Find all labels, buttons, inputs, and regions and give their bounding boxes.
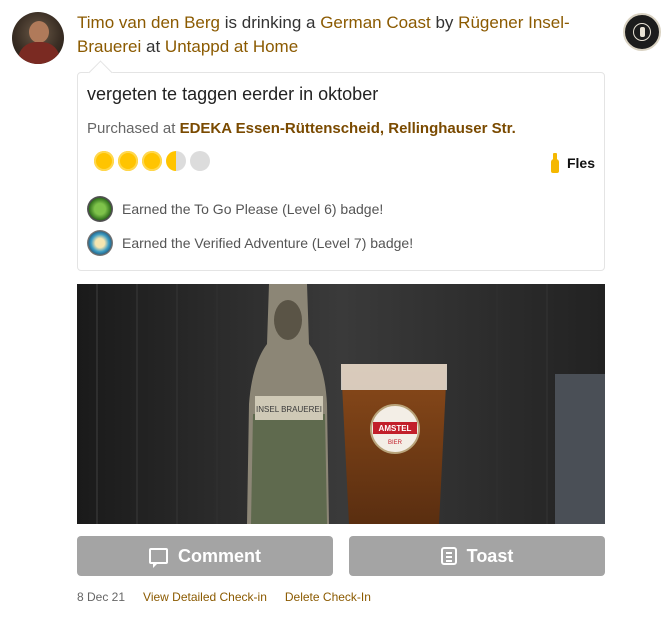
rating-cap-icon [190,151,210,171]
glass-logo-text: AMSTEL [379,424,412,433]
badge-row-verified-adventure[interactable]: Earned the Verified Adventure (Level 7) … [87,230,413,256]
badge-text: Earned the Verified Adventure (Level 7) … [122,235,414,251]
purchased-location: Purchased at EDEKA Essen-Rüttenscheid, R… [87,120,516,137]
badge-row-to-go-please[interactable]: Earned the To Go Please (Level 6) badge! [87,196,383,222]
avatar-body [18,42,60,64]
serving-label: Fles [566,155,595,171]
text-drinking: is drinking a [224,13,316,32]
checkin-date: 8 Dec 21 [77,590,126,604]
purchased-store-link[interactable]: EDEKA Essen-Rüttenscheid [180,120,380,137]
badge-text: Earned the To Go Please (Level 6) badge! [122,201,384,217]
checkin-comment: vergeten te taggen eerder in oktober [87,84,379,104]
verified-adventure-badge-icon [87,230,113,256]
rating-cap-icon [142,151,162,171]
checkin-photo[interactable]: INSEL BRAUEREI AMSTEL BIER [77,284,605,524]
rating-cap-icon [94,151,114,171]
view-detailed-checkin-link[interactable]: View Detailed Check-in [143,590,267,604]
delete-checkin-link[interactable]: Delete Check-In [285,590,371,604]
bottle-icon [550,153,559,173]
purchased-prefix: Purchased at [87,120,176,137]
toast-button[interactable]: Toast [349,536,605,576]
rating-cap-icon [166,151,186,171]
toast-button-label: Toast [466,545,514,566]
glass-logo-sub: BIER [388,440,403,446]
toast-icon [440,547,457,565]
beer-link[interactable]: German Coast [320,13,431,32]
text-at: at [146,37,161,56]
venue-link[interactable]: Untappd at Home [165,37,298,56]
to-go-please-badge-icon [87,196,113,222]
serving-style: Fles [550,153,595,173]
checkin-footer: 8 Dec 21 View Detailed Check-in Delete C… [77,590,371,604]
comment-icon [148,548,168,568]
bottle-label-text: INSEL BRAUEREI [256,405,322,414]
checkin-headline: Timo van den Berg is drinking a German C… [77,11,607,59]
text-by: by [435,13,454,32]
checkin-card: vergeten te taggen eerder in oktober Pur… [77,72,605,271]
avatar-head [29,21,49,43]
brewery-logo-icon[interactable] [623,13,661,51]
rating-caps [94,151,210,171]
comment-button[interactable]: Comment [77,536,333,576]
purchased-separator: , [379,120,385,137]
photo-illustration: INSEL BRAUEREI AMSTEL BIER [77,284,605,524]
brewery-logo-emblem [633,23,651,41]
rating-cap-icon [118,151,138,171]
purchased-street: Rellinghauser Str. [388,120,516,137]
user-avatar[interactable] [12,12,64,64]
user-link[interactable]: Timo van den Berg [77,13,220,32]
comment-button-label: Comment [177,545,261,566]
